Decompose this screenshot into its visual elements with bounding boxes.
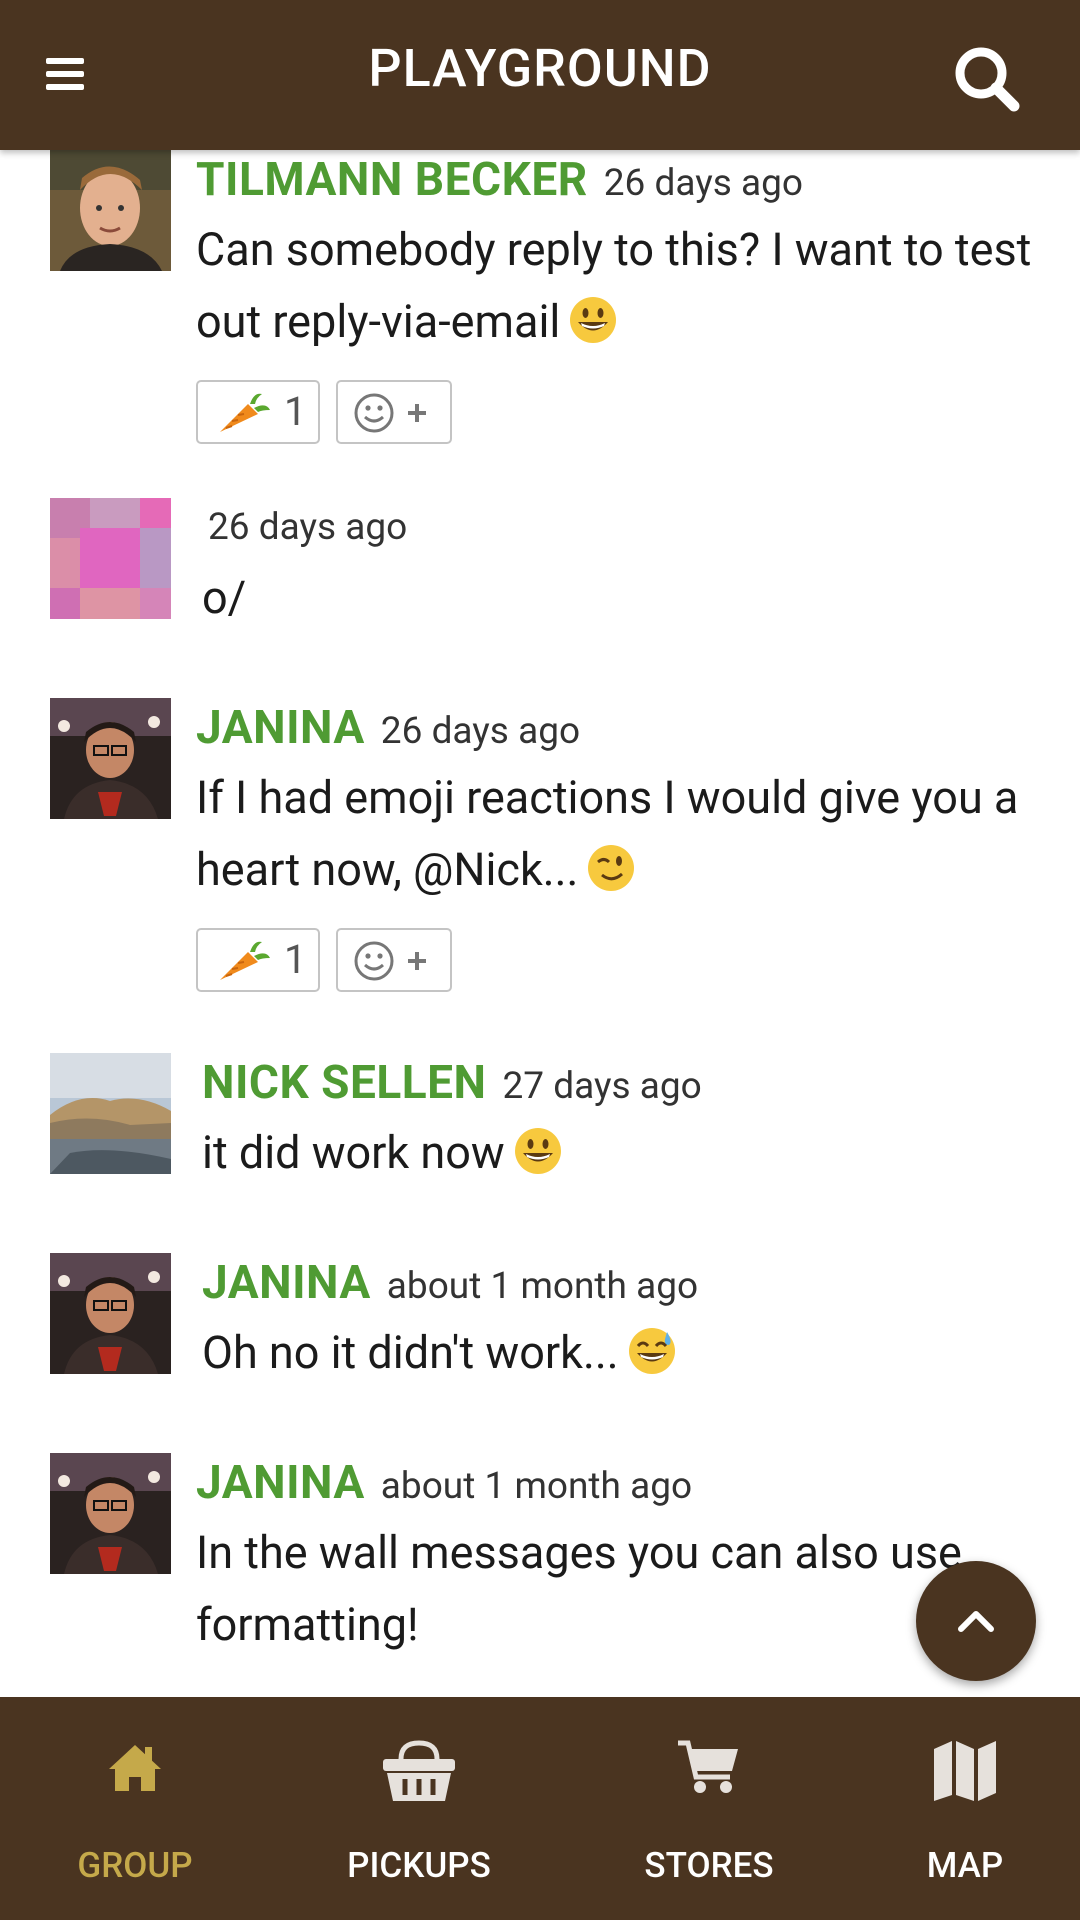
avatar[interactable]	[50, 698, 171, 819]
add-reaction-button[interactable]	[335, 928, 452, 992]
message-author[interactable]: JANINA	[196, 1456, 365, 1510]
message-time: about 1 month ago	[380, 1465, 693, 1508]
cart-icon	[678, 1740, 738, 1793]
home-icon	[109, 1745, 161, 1791]
avatar[interactable]	[50, 150, 171, 271]
carrot-icon	[214, 388, 274, 438]
message-time: 26 days ago	[603, 162, 803, 205]
add-reaction-icon	[350, 388, 440, 438]
smiley-emoji-icon	[568, 295, 618, 345]
avatar[interactable]	[50, 1253, 171, 1374]
avatar[interactable]	[50, 1053, 171, 1174]
scroll-to-top-button[interactable]	[916, 1561, 1036, 1681]
page-title: PLAYGROUND	[368, 38, 712, 99]
message-time: 26 days ago	[208, 506, 408, 549]
message-author[interactable]: JANINA	[196, 701, 365, 755]
message-time: 27 days ago	[502, 1065, 702, 1108]
reaction-count: 1	[284, 388, 307, 435]
nav-item-stores[interactable]: STORES	[574, 1697, 844, 1920]
smiley-emoji-icon	[513, 1126, 563, 1176]
wink-emoji-icon	[586, 843, 636, 893]
message-text: If I had emoji reactions I would give yo…	[196, 771, 1019, 896]
message-text: o/	[202, 571, 247, 624]
carrot-reaction-chip[interactable]: 1	[196, 380, 320, 444]
message-author[interactable]: TILMANN BECKER	[196, 153, 588, 207]
add-reaction-button[interactable]	[335, 380, 452, 444]
search-icon[interactable]	[952, 44, 1022, 114]
bottom-navigation: GROUP PICKUPS STORES MAP	[0, 1697, 1080, 1920]
nav-label: STORES	[644, 1845, 774, 1886]
basket-icon	[383, 1740, 455, 1801]
message-time: 26 days ago	[380, 710, 581, 753]
message-author[interactable]: JANINA	[202, 1256, 371, 1310]
reactions-bar: 1	[196, 380, 1040, 448]
carrot-reaction-chip[interactable]: 1	[196, 928, 320, 992]
nav-label: MAP	[926, 1845, 1004, 1886]
message-time: about 1 month ago	[386, 1265, 699, 1308]
nav-item-map[interactable]: MAP	[830, 1697, 1080, 1920]
reactions-bar: 1	[196, 928, 1040, 996]
carrot-icon	[214, 936, 274, 986]
message-text: it did work now	[196, 1117, 1040, 1189]
message-text: Can somebody reply to this? I want to te…	[196, 223, 1032, 348]
map-icon	[934, 1741, 996, 1801]
reaction-count: 1	[284, 936, 307, 983]
avatar[interactable]	[50, 1453, 171, 1574]
nav-label: PICKUPS	[347, 1845, 491, 1886]
chevron-up-icon	[958, 1611, 994, 1632]
message-text: Oh no it didn't work...	[196, 1317, 1040, 1389]
add-reaction-icon	[350, 936, 440, 986]
app-header: PLAYGROUND	[0, 0, 1080, 150]
message-text: In the wall messages you can also use fo…	[196, 1526, 962, 1651]
message-feed[interactable]: TILMANN BECKER 26 days ago Can somebody r…	[0, 150, 1080, 1697]
nav-label: GROUP	[77, 1845, 193, 1886]
nav-item-pickups[interactable]: PICKUPS	[284, 1697, 554, 1920]
avatar[interactable]	[50, 498, 171, 619]
nav-item-group[interactable]: GROUP	[0, 1697, 270, 1920]
message-author[interactable]: NICK SELLEN	[202, 1056, 487, 1110]
sweat-smile-emoji-icon	[627, 1326, 677, 1376]
